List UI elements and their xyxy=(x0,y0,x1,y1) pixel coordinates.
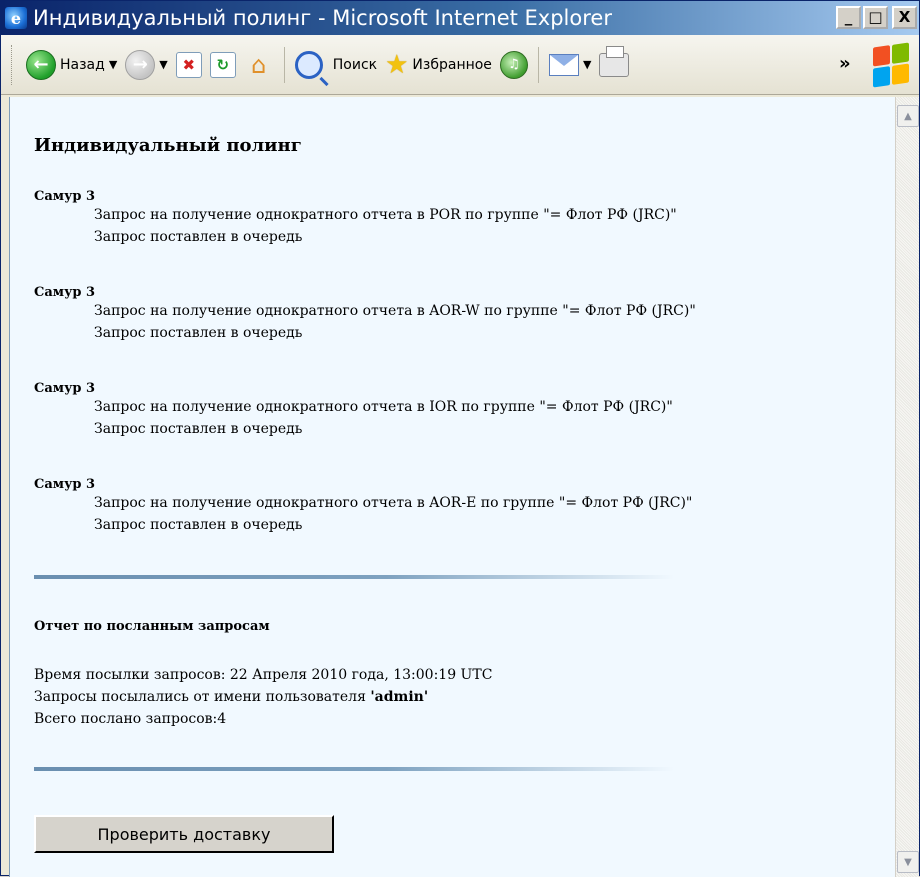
minimize-button[interactable]: _ xyxy=(836,6,861,29)
toolbar-separator xyxy=(283,46,285,83)
back-label: Назад xyxy=(60,56,105,73)
mail-dropdown-icon[interactable]: ▼ xyxy=(583,58,591,71)
request-text: Запрос на получение однократного отчета … xyxy=(94,303,696,319)
request-text: Запрос на получение однократного отчета … xyxy=(94,495,693,511)
window-title: Индивидуальный полинг - Microsoft Intern… xyxy=(33,6,612,30)
summary-total: Всего послано запросов:4 xyxy=(34,711,227,727)
page-viewport: Индивидуальный полинг Самур 3 Запрос на … xyxy=(9,97,895,877)
back-dropdown-icon[interactable]: ▼ xyxy=(109,58,117,71)
refresh-button[interactable]: ↻ xyxy=(206,45,240,85)
vertical-scrollbar[interactable]: ▲ ▼ xyxy=(895,97,919,877)
check-delivery-button[interactable]: Проверить доставку xyxy=(34,815,334,853)
favorites-label: Избранное xyxy=(412,56,492,73)
toolbar: ← Назад ▼ → ▼ ✖ ↻ ⌂ Поиск ★ Избранное ♫ xyxy=(1,35,919,95)
mail-icon xyxy=(548,53,579,76)
request-text: Запрос на получение однократного отчета … xyxy=(94,207,677,223)
window-controls: _ □ X xyxy=(836,6,917,29)
section-divider xyxy=(34,575,674,579)
request-source: Самур 3 xyxy=(34,189,96,204)
request-status: Запрос поставлен в очередь xyxy=(94,229,303,245)
summary-title: Отчет по посланным запросам xyxy=(34,619,270,634)
title-bar: e Индивидуальный полинг - Microsoft Inte… xyxy=(1,1,919,35)
favorites-button[interactable]: ★ Избранное xyxy=(381,45,496,85)
stop-icon: ✖ xyxy=(175,51,202,78)
mail-button[interactable]: ▼ xyxy=(545,45,595,85)
request-entry: Самур 3 Запрос на получение однократного… xyxy=(34,285,834,344)
summary-time: Время посылки запросов: 22 Апреля 2010 г… xyxy=(34,667,493,683)
request-text: Запрос на получение однократного отчета … xyxy=(94,399,673,415)
forward-button[interactable]: → ▼ xyxy=(121,45,171,85)
summary-user-name: 'admin' xyxy=(370,689,429,705)
refresh-icon: ↻ xyxy=(209,51,236,78)
request-source: Самур 3 xyxy=(34,381,96,396)
browser-window: e Индивидуальный полинг - Microsoft Inte… xyxy=(0,0,920,877)
stop-button[interactable]: ✖ xyxy=(172,45,206,85)
toolbar-grip[interactable] xyxy=(11,44,14,85)
back-icon: ← xyxy=(26,49,56,80)
internet-explorer-icon: e xyxy=(5,7,27,29)
summary-user-prefix: Запросы посылались от имени пользователя xyxy=(34,689,371,705)
request-status: Запрос поставлен в очередь xyxy=(94,325,303,341)
windows-logo-icon xyxy=(873,42,909,88)
search-icon xyxy=(294,50,323,79)
summary-user: Запросы посылались от имени пользователя… xyxy=(34,689,428,705)
scroll-down-icon[interactable]: ▼ xyxy=(897,851,919,873)
print-icon xyxy=(599,45,630,77)
section-divider xyxy=(34,767,674,771)
forward-icon: → xyxy=(125,49,156,80)
print-button[interactable] xyxy=(595,45,633,85)
favorites-icon: ★ xyxy=(385,49,409,80)
request-source: Самур 3 xyxy=(34,477,96,492)
home-button[interactable]: ⌂ xyxy=(240,45,278,85)
search-button[interactable]: Поиск xyxy=(291,45,381,85)
media-button[interactable]: ♫ xyxy=(496,45,532,85)
maximize-button[interactable]: □ xyxy=(863,6,888,29)
request-entry: Самур 3 Запрос на получение однократного… xyxy=(34,381,834,440)
toolbar-separator xyxy=(537,46,539,83)
forward-dropdown-icon[interactable]: ▼ xyxy=(159,58,167,71)
close-button[interactable]: X xyxy=(892,6,917,29)
request-entry: Самур 3 Запрос на получение однократного… xyxy=(34,189,834,248)
scroll-up-icon[interactable]: ▲ xyxy=(897,105,919,127)
search-label: Поиск xyxy=(332,56,378,73)
request-status: Запрос поставлен в очередь xyxy=(94,517,303,533)
request-entry: Самур 3 Запрос на получение однократного… xyxy=(34,477,834,536)
request-source: Самур 3 xyxy=(34,285,96,300)
toolbar-overflow-chevron[interactable]: » xyxy=(839,53,851,74)
media-icon: ♫ xyxy=(499,50,528,79)
home-icon: ⌂ xyxy=(251,50,267,79)
page-title: Индивидуальный полинг xyxy=(34,135,302,156)
request-status: Запрос поставлен в очередь xyxy=(94,421,303,437)
back-button[interactable]: ← Назад ▼ xyxy=(22,45,121,85)
